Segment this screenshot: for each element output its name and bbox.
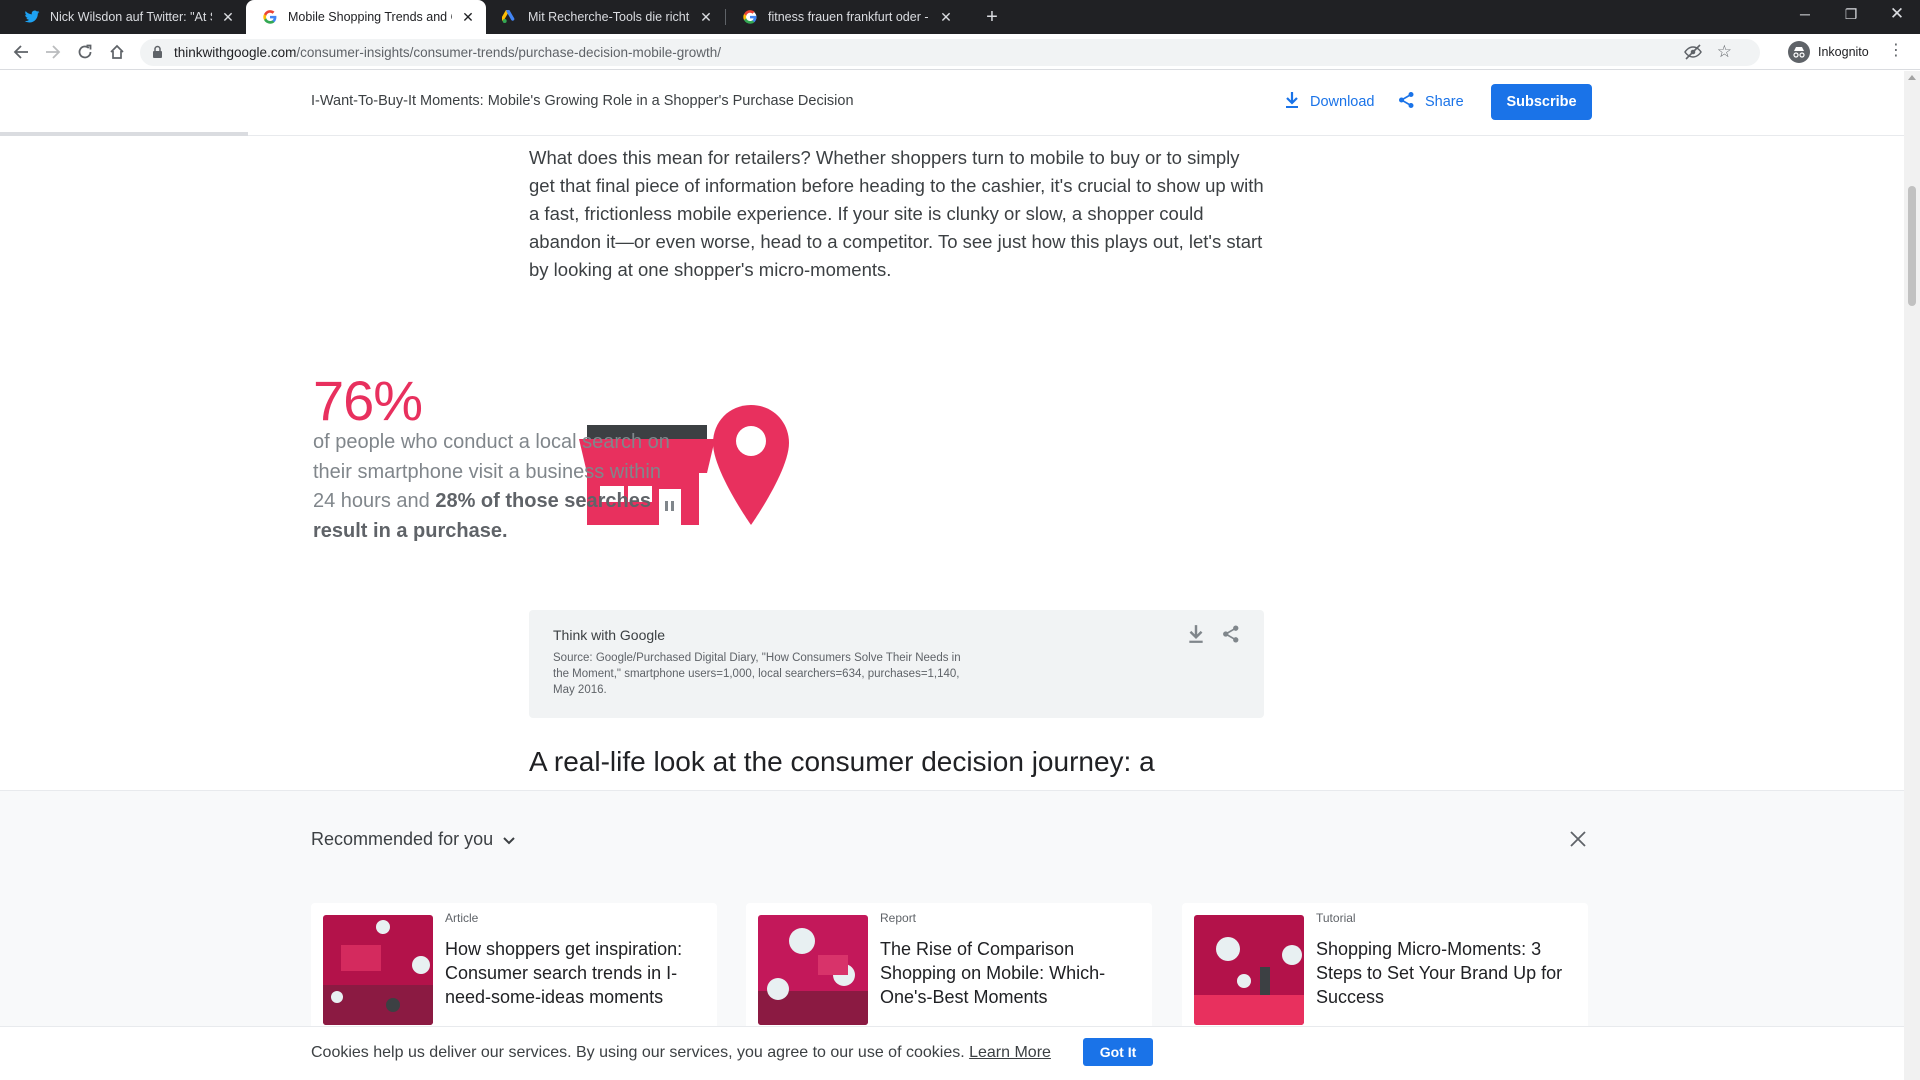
stat-description: of people who conduct a local search on … (313, 428, 673, 546)
incognito-label: Inkognito (1818, 45, 1869, 59)
restore-icon[interactable]: ❐ (1828, 0, 1874, 30)
share-button[interactable]: Share (1398, 91, 1464, 113)
tab-recherche-tools[interactable]: Mit Recherche-Tools die richtigen ✕ (486, 0, 724, 34)
tab-title: Mobile Shopping Trends and Con (288, 10, 452, 24)
close-tab-icon[interactable]: ✕ (938, 9, 954, 26)
close-window-icon[interactable]: ✕ (1874, 0, 1920, 30)
twitter-icon (24, 9, 40, 25)
minimize-icon[interactable]: ─ (1782, 0, 1828, 30)
close-tab-icon[interactable]: ✕ (698, 9, 714, 26)
google-icon (262, 9, 278, 25)
google-icon (742, 9, 758, 25)
incognito-icon (1788, 41, 1810, 63)
sticky-article-header: I-Want-To-Buy-It Moments: Mobile's Growi… (0, 71, 1904, 136)
recommended-title: Recommended for you (311, 829, 494, 849)
subscribe-button[interactable]: Subscribe (1491, 84, 1592, 120)
chevron-down-icon (503, 829, 515, 850)
source-box: Think with Google Source: Google/Purchas… (529, 610, 1264, 718)
card-thumbnail (1194, 915, 1304, 1025)
forward-icon[interactable] (40, 39, 66, 65)
close-icon[interactable] (1570, 826, 1586, 854)
card-type: Report (880, 911, 917, 925)
tab-twitter[interactable]: Nick Wilsdon auf Twitter: "At Sea ✕ (8, 0, 246, 34)
lock-icon[interactable] (152, 45, 163, 64)
tab-title: Nick Wilsdon auf Twitter: "At Sea (50, 10, 212, 24)
article-title: I-Want-To-Buy-It Moments: Mobile's Growi… (311, 93, 854, 109)
tab-title: Mit Recherche-Tools die richtigen (528, 10, 690, 24)
tab-mobile-shopping[interactable]: Mobile Shopping Trends and Con ✕ (246, 0, 486, 34)
address-bar[interactable]: thinkwithgoogle.com/consumer-insights/co… (140, 39, 1760, 66)
accept-cookies-button[interactable]: Got It (1083, 1038, 1153, 1066)
page-viewport: I-Want-To-Buy-It Moments: Mobile's Growi… (0, 71, 1904, 1080)
browser-toolbar: thinkwithgoogle.com/consumer-insights/co… (0, 34, 1920, 70)
home-icon[interactable] (104, 39, 130, 65)
url-host: thinkwithgoogle.com (174, 45, 297, 60)
reading-progress-bar (0, 132, 248, 136)
card-title[interactable]: The Rise of Comparison Shopping on Mobil… (880, 937, 1140, 1009)
scrollbar-thumb[interactable] (1908, 186, 1916, 306)
recommended-toggle[interactable]: Recommended for you (311, 829, 515, 850)
url-path: /consumer-insights/consumer-trends/purch… (296, 45, 722, 60)
share-icon[interactable] (1222, 624, 1240, 649)
recommended-card[interactable]: Tutorial Shopping Micro-Moments: 3 Steps… (1182, 903, 1588, 1033)
recommended-card[interactable]: Article How shoppers get inspiration: Co… (311, 903, 717, 1033)
tab-title: fitness frauen frankfurt oder - Go (768, 10, 930, 24)
download-icon[interactable] (1187, 624, 1205, 649)
new-tab-button[interactable]: + (978, 4, 1006, 30)
browser-tab-strip: Nick Wilsdon auf Twitter: "At Sea ✕ Mobi… (0, 0, 1920, 34)
page-scrollbar[interactable] (1904, 71, 1920, 1080)
bookmark-star-icon[interactable]: ☆ (1717, 42, 1732, 62)
article-paragraph: What does this mean for retailers? Wheth… (529, 147, 1264, 280)
browser-menu-icon[interactable]: ⋮ (1888, 40, 1904, 60)
section-heading: A real-life look at the consumer decisio… (529, 746, 1155, 777)
cookie-message: Cookies help us deliver our services. By… (311, 1044, 965, 1061)
card-title[interactable]: How shoppers get inspiration: Consumer s… (445, 937, 705, 1009)
reload-icon[interactable] (72, 39, 98, 65)
close-tab-icon[interactable]: ✕ (220, 9, 236, 26)
recommended-card[interactable]: Report The Rise of Comparison Shopping o… (746, 903, 1152, 1033)
stat-percentage: 76% (313, 369, 423, 432)
card-thumbnail (758, 915, 868, 1025)
card-title[interactable]: Shopping Micro-Moments: 3 Steps to Set Y… (1316, 937, 1576, 1009)
incognito-profile[interactable]: Inkognito (1788, 38, 1869, 66)
map-pin-icon (713, 405, 789, 525)
share-label: Share (1425, 94, 1464, 110)
cookie-banner: Cookies help us deliver our services. By… (0, 1026, 1904, 1080)
download-icon (1284, 91, 1310, 113)
download-label: Download (1310, 94, 1375, 110)
download-button[interactable]: Download (1284, 91, 1375, 113)
source-brand: Think with Google (553, 627, 666, 643)
tab-fitness-search[interactable]: fitness frauen frankfurt oder - Go ✕ (726, 0, 964, 34)
card-type: Tutorial (1316, 911, 1356, 925)
close-tab-icon[interactable]: ✕ (460, 9, 476, 26)
source-citation: Source: Google/Purchased Digital Diary, … (553, 652, 961, 696)
card-thumbnail (323, 915, 433, 1025)
scroll-up-arrow-icon[interactable] (1908, 75, 1916, 80)
url-text: thinkwithgoogle.com/consumer-insights/co… (174, 45, 721, 60)
back-icon[interactable] (8, 39, 34, 65)
share-icon (1398, 91, 1425, 113)
tracking-blocked-eye-icon[interactable] (1684, 44, 1702, 65)
google-ads-icon (502, 9, 518, 25)
learn-more-link[interactable]: Learn More (969, 1044, 1051, 1061)
card-type: Article (445, 911, 479, 925)
cookie-message-line: Cookies help us deliver our services. By… (311, 1044, 1051, 1062)
